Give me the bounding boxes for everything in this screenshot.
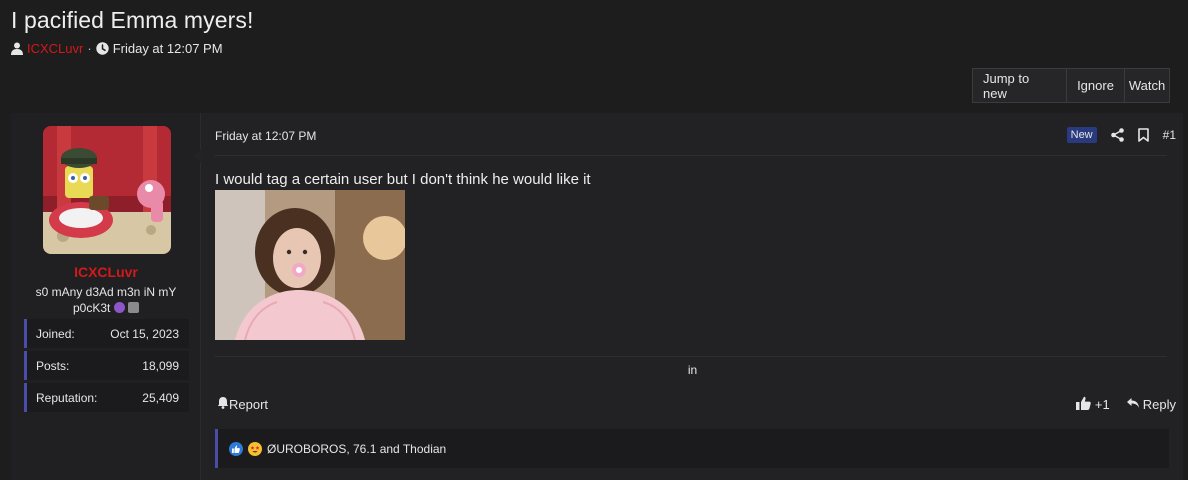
stat-joined-value: Oct 15, 2023 [110,326,179,341]
like-reaction-icon [229,441,243,456]
meta-separator: · [87,40,92,56]
thread-title: I pacified Emma myers! [11,7,254,33]
share-icon[interactable] [1110,128,1124,142]
report-button[interactable]: Report [217,396,268,412]
stat-joined: Joined: Oct 15, 2023 [24,319,189,348]
bookmark-icon[interactable] [1137,128,1149,142]
reply-button[interactable]: Reply [1126,397,1176,412]
moai-emoji-icon [128,302,140,313]
post-number-link[interactable]: #1 [1163,128,1176,142]
stat-reputation: Reputation: 25,409 [24,383,189,412]
post-date-link[interactable]: Friday at 12:07 PM [215,129,316,143]
user-title: s0 mAny d3Ad m3n iN mY p0cK3t [31,284,181,316]
stat-reputation-value: 25,409 [142,390,179,405]
jump-to-new-button[interactable]: Jump to new [973,69,1066,102]
avatar[interactable] [43,126,171,254]
clock-icon [96,41,109,55]
thread-date-link[interactable]: Friday at 12:07 PM [113,41,223,56]
thread-author-link[interactable]: ICXCLuvr [27,41,83,56]
ignore-button[interactable]: Ignore [1066,69,1124,102]
post-username[interactable]: ICXCLuvr [11,264,201,280]
post-actions: +1 Reply [1075,396,1176,413]
reply-icon [1126,397,1140,412]
new-badge: New [1066,127,1097,143]
thread-meta: ICXCLuvr · Friday at 12:07 PM [11,40,223,56]
like-button[interactable]: +1 [1075,396,1110,413]
stat-posts-label: Posts: [36,358,70,373]
watch-button[interactable]: Watch [1124,69,1169,102]
reactions-text: ØUROBOROS, 76.1 and Thodian [267,441,447,456]
post-tools: New #1 [1066,125,1176,145]
user-title-text: s0 mAny d3Ad m3n iN mY p0cK3t [35,285,177,315]
post-header-divider [215,155,1167,156]
stat-posts: Posts: 18,099 [24,351,189,380]
bell-icon [217,396,229,412]
post-photo[interactable] [215,190,405,340]
post-main: Friday at 12:07 PM New #1 I would tag a … [202,113,1183,480]
stat-reputation-label: Reputation: [36,390,98,405]
star-eyes-reaction-icon [248,441,262,456]
stat-joined-label: Joined: [36,326,75,341]
post: ICXCLuvr s0 mAny d3Ad m3n iN mY p0cK3t J… [11,113,1183,480]
report-label: Report [229,396,269,412]
post-body-text: I would tag a certain user but I don't t… [215,171,591,188]
post-user-cell: ICXCLuvr s0 mAny d3Ad m3n iN mY p0cK3t J… [11,113,201,480]
thread-actions: Jump to new Ignore Watch [972,68,1170,103]
stat-posts-value: 18,099 [142,358,179,373]
thumbs-up-icon [1075,396,1091,413]
reactions-bar[interactable]: ØUROBOROS, 76.1 and Thodian [215,429,1169,468]
signature: in [687,363,698,377]
reply-label: Reply [1142,397,1176,412]
devil-emoji-icon [113,302,125,313]
user-icon [11,42,23,55]
like-count: +1 [1094,397,1110,412]
signature-divider [215,356,1167,357]
